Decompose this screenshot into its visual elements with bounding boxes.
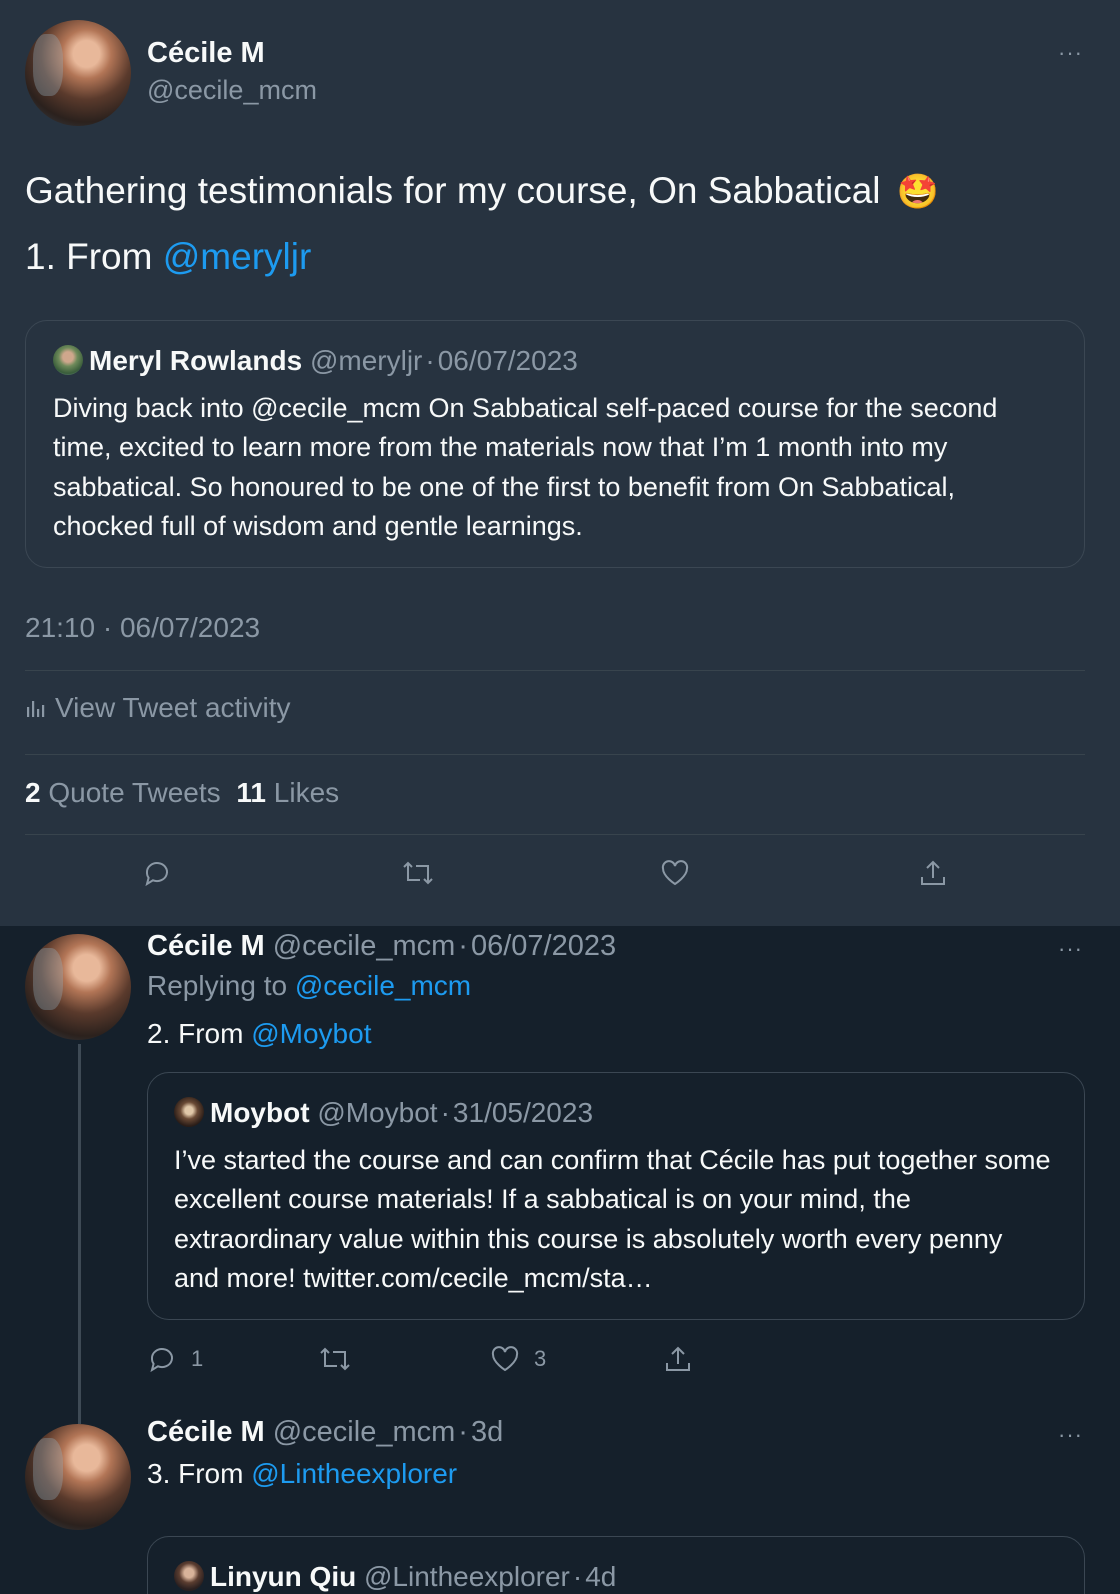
quoted-author-name[interactable]: Moybot <box>210 1097 310 1128</box>
quote-tweets-label: Quote Tweets <box>48 777 221 808</box>
replying-to-link[interactable]: @cecile_mcm <box>295 970 471 1001</box>
tweet-text-line1: Gathering testimonials for my course, On… <box>25 170 939 212</box>
tweet-text-line2: 1. From @meryljr <box>25 236 311 278</box>
separator-dot: · <box>440 1097 450 1128</box>
avatar[interactable] <box>25 1424 131 1530</box>
separator-dot: · <box>425 345 435 376</box>
retweet-button[interactable] <box>401 858 435 888</box>
reply-text-prefix: 3. From <box>147 1458 252 1489</box>
author-handle[interactable]: @cecile_mcm <box>273 930 456 962</box>
share-icon <box>921 860 945 885</box>
reply-button[interactable]: 1 <box>147 1344 203 1374</box>
divider <box>25 834 1085 835</box>
quoted-author-name[interactable]: Linyun Qiu <box>210 1561 356 1592</box>
avatar[interactable] <box>25 934 131 1040</box>
mention-link[interactable]: @Moybot <box>251 1018 371 1049</box>
likes-label: Likes <box>273 777 340 808</box>
quoted-tweet[interactable]: Meryl Rowlands @meryljr · 06/07/2023 Divin… <box>25 320 1085 568</box>
tweet-timestamp[interactable]: 21:10 · 06/07/2023 <box>25 612 260 644</box>
separator-dot: · <box>458 1416 468 1448</box>
reply-icon <box>145 862 168 887</box>
replying-to-label: Replying to <box>147 970 295 1001</box>
star-struck-emoji-icon: 🤩 <box>896 173 940 211</box>
quoted-tweet-header: Linyun Qiu @Lintheexplorer · 4d <box>174 1561 616 1593</box>
author-handle[interactable]: @cecile_mcm <box>147 75 317 106</box>
quoted-date[interactable]: 06/07/2023 <box>438 345 578 376</box>
share-button[interactable] <box>663 1344 693 1374</box>
retweet-icon <box>403 861 433 885</box>
author-name[interactable]: Cécile M <box>147 930 265 962</box>
quote-tweets-count: 2 <box>25 777 41 808</box>
reply-date[interactable]: 3d <box>471 1416 503 1448</box>
main-tweet: Cécile M @cecile_mcm ··· Gathering testi… <box>0 0 1120 926</box>
view-tweet-activity-label: View Tweet activity <box>55 692 291 723</box>
like-count: 3 <box>534 1346 547 1371</box>
separator-dot: · <box>572 1561 583 1592</box>
reply-text-prefix: 2. From <box>147 1018 252 1049</box>
thread-connector <box>78 1044 81 1424</box>
quoted-tweet-text: I’ve started the course and can confirm … <box>174 1145 1051 1293</box>
likes-count: 11 <box>236 777 267 808</box>
like-button[interactable] <box>660 858 690 888</box>
heart-icon <box>661 860 689 886</box>
avatar[interactable] <box>174 1097 204 1127</box>
quoted-author-name[interactable]: Meryl Rowlands <box>89 345 302 376</box>
quoted-date[interactable]: 4d <box>585 1561 616 1592</box>
divider <box>25 754 1085 755</box>
retweet-button[interactable] <box>318 1344 352 1374</box>
author-handle[interactable]: @cecile_mcm <box>273 1416 456 1448</box>
avatar[interactable] <box>174 1561 204 1591</box>
quoted-author-handle[interactable]: @Lintheexplorer <box>364 1561 570 1592</box>
separator-dot: · <box>458 930 468 962</box>
like-button[interactable]: 3 <box>490 1344 546 1374</box>
quoted-tweet-header: Meryl Rowlands @meryljr · 06/07/2023 <box>53 345 578 377</box>
tweet-text: Gathering testimonials for my course, On… <box>25 170 881 211</box>
author-name[interactable]: Cécile M <box>147 37 265 70</box>
share-button[interactable] <box>918 858 948 888</box>
view-tweet-activity-link[interactable]: View Tweet activity <box>25 692 291 724</box>
divider <box>25 670 1085 671</box>
quoted-author-handle[interactable]: @Moybot <box>317 1097 437 1128</box>
replies-thread: Cécile M @cecile_mcm · 06/07/2023 ··· Repl… <box>0 926 1120 1594</box>
author-name[interactable]: Cécile M <box>147 1416 265 1448</box>
more-options-icon[interactable]: ··· <box>1058 1422 1083 1448</box>
reply-date[interactable]: 06/07/2023 <box>471 930 616 962</box>
tweet-text-prefix: 1. From <box>25 236 163 277</box>
more-options-icon[interactable]: ··· <box>1058 936 1083 962</box>
quoted-tweet-text: Diving back into @cecile_mcm On Sabbatic… <box>53 393 998 541</box>
quoted-tweet[interactable]: Linyun Qiu @Lintheexplorer · 4d <box>147 1536 1085 1594</box>
quoted-author-handle[interactable]: @meryljr <box>310 345 422 376</box>
reply-button[interactable] <box>142 858 172 888</box>
avatar[interactable] <box>53 345 83 375</box>
quote-tweets-stat[interactable]: 2 Quote Tweets <box>25 777 221 808</box>
quoted-tweet-header: Moybot @Moybot · 31/05/2023 <box>174 1097 593 1129</box>
analytics-icon <box>27 701 45 717</box>
share-icon <box>666 1346 690 1371</box>
reply-icon <box>150 1348 173 1373</box>
retweet-icon <box>320 1347 350 1371</box>
reply-text: 3. From @Lintheexplorer <box>147 1458 457 1490</box>
avatar[interactable] <box>25 20 131 126</box>
quoted-date[interactable]: 31/05/2023 <box>453 1097 593 1128</box>
reply-header: Cécile M @cecile_mcm · 3d <box>147 1416 503 1449</box>
replying-to: Replying to @cecile_mcm <box>147 970 471 1002</box>
mention-link[interactable]: @meryljr <box>163 236 312 277</box>
reply-text: 2. From @Moybot <box>147 1018 371 1050</box>
engagement-stats: 2 Quote Tweets 11 Likes <box>25 777 339 809</box>
reply-count: 1 <box>191 1346 204 1371</box>
likes-stat[interactable]: 11 Likes <box>236 777 339 808</box>
mention-link[interactable]: @Lintheexplorer <box>251 1458 457 1489</box>
quoted-tweet[interactable]: Moybot @Moybot · 31/05/2023 I’ve started t… <box>147 1072 1085 1320</box>
reply-header: Cécile M @cecile_mcm · 06/07/2023 <box>147 930 616 963</box>
more-options-icon[interactable]: ··· <box>1058 40 1083 66</box>
heart-icon <box>491 1346 519 1372</box>
